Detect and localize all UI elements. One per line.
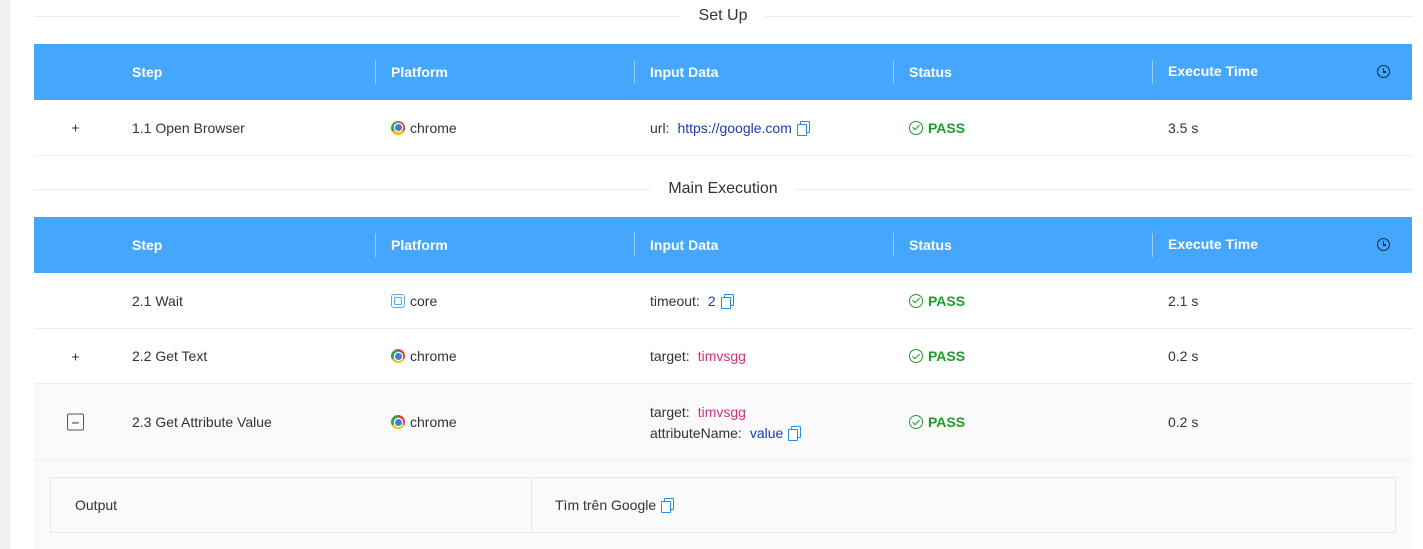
setup-steps-table: Step Platform Input Data Status Execute … bbox=[34, 44, 1412, 156]
status-text: PASS bbox=[928, 348, 966, 364]
table-row[interactable]: 2.1 Wait core timeout: 2 PASS 2.1 s bbox=[34, 273, 1412, 329]
platform-label: core bbox=[410, 292, 438, 309]
column-header-step[interactable]: Step bbox=[132, 44, 162, 100]
clock-icon[interactable] bbox=[1377, 238, 1390, 251]
step-name: 2.1 Wait bbox=[132, 292, 183, 309]
execute-time: 0.2 s bbox=[1168, 348, 1199, 364]
check-circle-icon bbox=[909, 120, 923, 135]
platform-cell: chrome bbox=[391, 100, 457, 155]
section-title-setup-text: Set Up bbox=[698, 7, 748, 24]
copy-icon[interactable] bbox=[720, 293, 734, 309]
input-value[interactable]: value bbox=[750, 425, 783, 441]
column-header-platform[interactable]: Platform bbox=[391, 217, 448, 273]
copy-icon[interactable] bbox=[788, 425, 802, 441]
check-circle-icon bbox=[909, 415, 923, 429]
output-label: Output bbox=[75, 497, 118, 513]
chrome-icon bbox=[391, 120, 405, 135]
table-row[interactable]: − 2.3 Get Attribute Value chrome target:… bbox=[34, 384, 1412, 461]
input-data-cell: timeout: 2 bbox=[650, 273, 734, 328]
column-header-time[interactable]: Execute Time bbox=[1168, 217, 1258, 273]
main-steps-table: Step Platform Input Data Status Execute … bbox=[34, 217, 1412, 461]
input-key: target: bbox=[650, 403, 690, 420]
platform-cell: core bbox=[391, 273, 437, 328]
status-text: PASS bbox=[928, 414, 966, 430]
output-table: Output Tìm trên Google bbox=[50, 477, 1396, 533]
step-name: 2.2 Get Text bbox=[132, 348, 208, 364]
left-panel-edge bbox=[0, 0, 10, 549]
input-value[interactable]: timvsgg bbox=[698, 348, 746, 364]
copy-icon[interactable] bbox=[661, 498, 675, 513]
execute-time: 0.2 s bbox=[1168, 414, 1199, 430]
column-header-step[interactable]: Step bbox=[132, 217, 162, 273]
column-header-time[interactable]: Execute Time bbox=[1168, 44, 1258, 100]
step-name: 2.3 Get Attribute Value bbox=[132, 414, 272, 430]
input-key: target: bbox=[650, 348, 690, 364]
input-value[interactable]: https://google.com bbox=[677, 120, 791, 136]
status-badge: PASS bbox=[909, 329, 965, 383]
input-data-cell: url: https://google.com bbox=[650, 100, 810, 155]
status-badge: PASS bbox=[909, 100, 965, 155]
input-key: timeout: bbox=[650, 292, 700, 309]
check-circle-icon bbox=[909, 349, 923, 363]
platform-cell: chrome bbox=[391, 329, 457, 383]
input-data-cell: target: timvsgg bbox=[650, 329, 746, 383]
platform-label: chrome bbox=[410, 348, 457, 364]
step-name: 1.1 Open Browser bbox=[132, 119, 245, 136]
output-value-cell: Tìm trên Google bbox=[555, 478, 675, 532]
column-header-status[interactable]: Status bbox=[909, 44, 952, 100]
platform-label: chrome bbox=[410, 119, 457, 136]
status-text: PASS bbox=[928, 292, 966, 309]
input-value[interactable]: timvsgg bbox=[698, 404, 746, 420]
input-key: attributeName: bbox=[650, 424, 742, 441]
section-title-main: Main Execution bbox=[34, 178, 1413, 200]
platform-cell: chrome bbox=[391, 384, 457, 460]
chrome-icon bbox=[391, 349, 405, 363]
clock-icon[interactable] bbox=[1377, 65, 1390, 78]
expand-row-button[interactable]: + bbox=[67, 119, 84, 136]
core-icon bbox=[391, 293, 405, 308]
column-header-status[interactable]: Status bbox=[909, 217, 952, 273]
input-key: url: bbox=[650, 119, 670, 136]
expanded-row-panel: Output Tìm trên Google bbox=[34, 461, 1412, 549]
status-text: PASS bbox=[928, 119, 966, 136]
table-header: Step Platform Input Data Status Execute … bbox=[34, 44, 1412, 100]
check-circle-icon bbox=[909, 293, 923, 308]
input-value[interactable]: 2 bbox=[708, 293, 716, 309]
section-title-setup: Set Up bbox=[34, 5, 1413, 27]
input-data-cell: target: timvsgg attributeName: value bbox=[650, 384, 802, 460]
table-row[interactable]: + 2.2 Get Text chrome target: timvsgg PA… bbox=[34, 329, 1412, 384]
table-row[interactable]: + 1.1 Open Browser chrome url: https://g… bbox=[34, 100, 1412, 156]
status-badge: PASS bbox=[909, 384, 965, 460]
column-header-input[interactable]: Input Data bbox=[650, 217, 718, 273]
execute-time: 2.1 s bbox=[1168, 292, 1199, 309]
chrome-icon bbox=[391, 415, 405, 429]
section-title-main-text: Main Execution bbox=[668, 180, 778, 197]
execute-time: 3.5 s bbox=[1168, 119, 1199, 136]
platform-label: chrome bbox=[410, 414, 457, 430]
output-value[interactable]: Tìm trên Google bbox=[555, 497, 656, 513]
status-badge: PASS bbox=[909, 273, 965, 328]
table-header: Step Platform Input Data Status Execute … bbox=[34, 217, 1412, 273]
column-header-input[interactable]: Input Data bbox=[650, 44, 718, 100]
copy-icon[interactable] bbox=[796, 120, 810, 136]
column-header-platform[interactable]: Platform bbox=[391, 44, 448, 100]
collapse-row-button[interactable]: − bbox=[67, 413, 84, 431]
expand-row-button[interactable]: + bbox=[67, 348, 84, 365]
